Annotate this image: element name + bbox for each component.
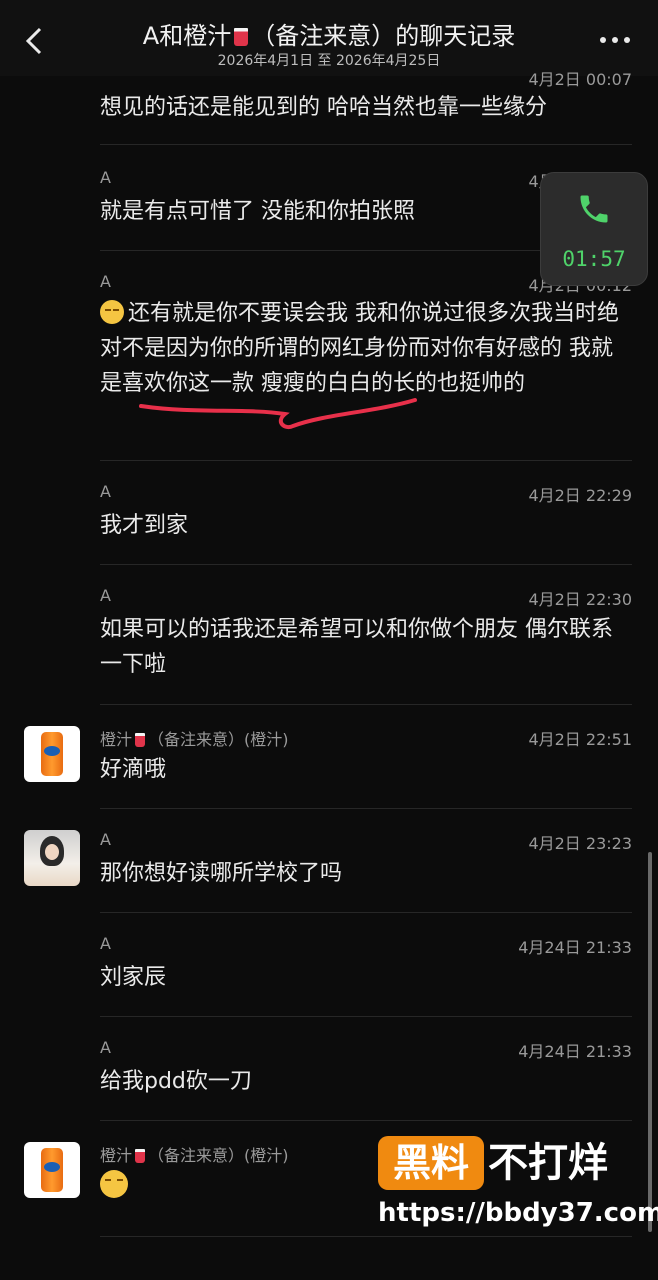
smiling-face-emoji-icon bbox=[100, 300, 124, 324]
message-time: 4月2日 22:51 bbox=[528, 730, 632, 749]
message-time: 4月24日 21:33 bbox=[518, 1042, 632, 1061]
message-sender: A bbox=[100, 934, 111, 953]
page-title: A和橙汁 （备注来意）的聊天记录 bbox=[142, 22, 516, 50]
juice-cup-icon bbox=[135, 1149, 146, 1163]
fanta-can-icon bbox=[41, 1148, 63, 1192]
message-sender: A bbox=[100, 272, 111, 291]
watermark-url: https://bbdy37.com bbox=[378, 1198, 658, 1228]
message-sender: A bbox=[100, 586, 111, 605]
divider bbox=[100, 144, 632, 145]
message-sender: A bbox=[100, 1038, 111, 1057]
red-underline-annotation bbox=[139, 398, 417, 429]
message-text: 想见的话还是能见到的 哈哈当然也靠一些缘分 bbox=[100, 95, 547, 120]
message-time: 4月2日 00:07 bbox=[528, 70, 632, 89]
message-sender: A bbox=[100, 168, 111, 187]
relieved-face-emoji-icon bbox=[100, 1170, 128, 1198]
juice-cup-icon bbox=[135, 733, 146, 747]
watermark-box-text: 黑料 bbox=[378, 1136, 484, 1190]
floating-call-window[interactable]: 01:57 bbox=[540, 172, 648, 286]
more-options-icon[interactable] bbox=[598, 28, 632, 52]
watermark: 黑料 不打烊 https://bbdy37.com bbox=[376, 1136, 658, 1266]
avatar-fanta[interactable] bbox=[24, 726, 80, 782]
message-text: 刘家辰 bbox=[100, 965, 167, 990]
message-sender: 橙汁 （备注来意）(橙汁) bbox=[100, 730, 289, 749]
call-duration: 01:57 bbox=[562, 247, 626, 271]
divider bbox=[100, 912, 632, 913]
message-time: 4月2日 22:29 bbox=[528, 486, 632, 505]
message-time: 4月2日 23:23 bbox=[528, 834, 632, 853]
message-text: 如果可以的话我还是希望可以和你做个朋友 偶尔联系一下啦 bbox=[100, 617, 613, 677]
chat-history-header: A和橙汁 （备注来意）的聊天记录 2026年4月1日 至 2026年4月25日 bbox=[0, 0, 658, 76]
message-text: 那你想好读哪所学校了吗 bbox=[100, 861, 343, 886]
phone-icon bbox=[580, 195, 608, 223]
message-sender: A bbox=[100, 830, 111, 849]
divider bbox=[100, 808, 632, 809]
avatar-fanta[interactable] bbox=[24, 1142, 80, 1198]
message-sender: A bbox=[100, 482, 111, 501]
divider bbox=[100, 460, 632, 461]
divider bbox=[100, 564, 632, 565]
divider bbox=[100, 1120, 632, 1121]
message-time: 4月2日 22:30 bbox=[528, 590, 632, 609]
back-arrow-icon[interactable] bbox=[22, 26, 46, 56]
message-text: 给我pdd砍一刀 bbox=[100, 1069, 252, 1094]
message-time: 4月24日 21:33 bbox=[518, 938, 632, 957]
message-text: 好滴哦 bbox=[100, 757, 167, 782]
message-text: 我才到家 bbox=[100, 513, 189, 538]
message-sender: 橙汁 （备注来意）(橙汁) bbox=[100, 1146, 289, 1165]
fanta-can-icon bbox=[41, 732, 63, 776]
date-range: 2026年4月1日 至 2026年4月25日 bbox=[217, 53, 441, 69]
watermark-brand: 不打烊 bbox=[488, 1140, 608, 1186]
juice-cup-icon bbox=[234, 28, 249, 46]
avatar-a[interactable] bbox=[24, 830, 80, 886]
divider bbox=[100, 704, 632, 705]
divider bbox=[100, 1016, 632, 1017]
